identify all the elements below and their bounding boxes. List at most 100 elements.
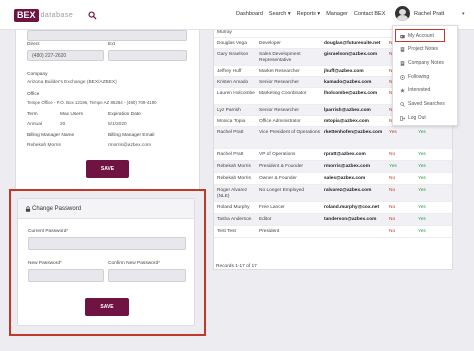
required-mark: * xyxy=(66,229,69,234)
user-email-cell[interactable]: douglas@futuresuite.net xyxy=(324,41,384,47)
user-title-cell: Sales Development Representative xyxy=(259,52,301,63)
user-email-cell[interactable]: rmorris@azbex.com xyxy=(324,164,384,170)
table-row[interactable]: Rebekah Morris Owner & Founder sales@azb… xyxy=(214,173,452,185)
direct-phone-value: (480) 227-2620 xyxy=(32,53,67,59)
user-name-cell: Rebekah Morris xyxy=(217,164,251,169)
user-name-cell: Kristen Amado xyxy=(217,80,249,85)
nav-search[interactable]: Search ▾ xyxy=(269,11,291,17)
avatar[interactable] xyxy=(395,6,410,21)
menu-item-saved-searches[interactable]: Saved Searches xyxy=(400,101,445,107)
account-details-card: Direct Ext (480) 227-2620 Company Arizon… xyxy=(15,30,200,190)
notes-icon xyxy=(400,46,405,52)
table-row[interactable]: Tasha Anderson Editor tanderson@azbex.co… xyxy=(214,214,452,226)
bex-logo[interactable]: BEX database xyxy=(14,8,73,22)
billing-name-label: Billing Manager Name xyxy=(27,133,75,138)
user-email-cell[interactable]: mtopia@azbex.com xyxy=(324,119,384,125)
menu-item-interested[interactable]: Interested xyxy=(400,87,430,93)
notes-icon xyxy=(400,60,405,66)
nav-contact-bex[interactable]: Contact BEX xyxy=(354,11,386,17)
chevron-down-icon[interactable]: ▾ xyxy=(462,11,465,17)
menu-item-log-out[interactable]: Log Out xyxy=(400,115,426,121)
nav-reports[interactable]: Reports ▾ xyxy=(297,11,321,17)
table-row[interactable]: Rebekah Morris President & Founder rmorr… xyxy=(214,161,452,173)
change-password-header: Change Password xyxy=(18,199,194,219)
ext-field[interactable] xyxy=(108,50,187,61)
user-name-cell: Rachel Pratt xyxy=(217,152,244,157)
user-name-cell: Roger Alvarez (NLE) xyxy=(217,188,248,199)
current-password-input[interactable] xyxy=(28,237,186,250)
user-name-cell: Tasha Anderson xyxy=(217,217,252,222)
search-icon[interactable] xyxy=(88,11,97,20)
user-email-cell[interactable]: lholcombe@azbex.com xyxy=(324,91,384,97)
office-value: Tempe Office - P.O. Box 12196, Tempe AZ … xyxy=(27,100,157,105)
change-password-card: Change Password Current Password* New Pa… xyxy=(17,198,195,326)
max-users-label: Max Users xyxy=(60,112,83,117)
confirm-password-label: Confirm New Password* xyxy=(108,261,160,266)
user-email-cell[interactable]: ralvarez@azbex.com xyxy=(324,188,384,194)
status-no-cell: No xyxy=(389,217,396,222)
table-row[interactable]: Roland Murphy Free Lancer roland.murphy@… xyxy=(214,202,452,214)
status-yes-cell: Yes xyxy=(418,152,426,157)
save-profile-button[interactable]: SAVE xyxy=(86,160,129,178)
user-email-cell[interactable]: roland.murphy@cox.net xyxy=(324,205,384,211)
user-email-cell[interactable]: sales@azbex.com xyxy=(324,176,384,182)
table-row[interactable]: Roger Alvarez (NLE) No Longer Employed r… xyxy=(214,185,452,202)
menu-item-company-notes[interactable]: Company Notes xyxy=(400,60,444,66)
user-email-cell[interactable]: tanderson@azbex.com xyxy=(324,217,384,223)
user-title-cell: President & Founder xyxy=(259,164,303,169)
logo-text: database xyxy=(40,11,74,19)
user-name-cell: Murray xyxy=(217,30,232,35)
user-name-cell: Roland Murphy xyxy=(217,205,250,210)
table-row[interactable]: Rachel Pratt VP of Operations rpratt@azb… xyxy=(214,149,452,161)
office-label: Office xyxy=(27,92,40,97)
user-title-cell: VP of Operations xyxy=(259,152,296,157)
table-row[interactable]: Test Test President No Yes xyxy=(214,226,452,238)
confirm-password-label-text: Confirm New Password xyxy=(108,261,159,266)
user-email-cell[interactable]: kamado@azbex.com xyxy=(324,80,384,86)
user-menu-toggle[interactable]: Rachel Pratt xyxy=(414,11,444,17)
user-name-cell: Lyz Parrish xyxy=(217,108,241,113)
status-yes-cell: Yes xyxy=(418,205,426,210)
user-email-cell[interactable]: rpratt@azbex.com xyxy=(324,152,384,158)
menu-item-project-notes[interactable]: Project Notes xyxy=(400,46,438,52)
logo-mark: BEX xyxy=(14,8,39,22)
direct-label: Direct xyxy=(27,42,40,47)
user-title-cell: Developer xyxy=(259,41,281,46)
user-title-cell: President xyxy=(259,229,280,234)
nav-dashboard[interactable]: Dashboard xyxy=(236,11,263,17)
table-row[interactable]: Rachel Pratt Vice President of Operation… xyxy=(214,127,452,149)
current-password-label: Current Password* xyxy=(28,229,68,234)
main-nav: Dashboard Search ▾ Reports ▾ Manager Con… xyxy=(236,11,385,17)
user-name-cell: Jeffrey Huff xyxy=(217,69,242,74)
required-mark: * xyxy=(60,261,62,266)
nav-manager[interactable]: Manager xyxy=(326,11,348,17)
status-yes-cell: Yes xyxy=(418,229,426,234)
user-email-cell[interactable]: lparrish@azbex.com xyxy=(324,108,384,114)
menu-item-label: Interested xyxy=(408,87,431,93)
menu-item-following[interactable]: Following xyxy=(400,74,429,80)
new-password-input[interactable] xyxy=(28,269,104,282)
user-title-cell: Editor xyxy=(259,217,272,222)
status-no-cell: No xyxy=(389,205,396,210)
records-count: Records 1-17 of 17 xyxy=(216,264,257,269)
menu-item-label: Following xyxy=(408,74,430,80)
confirm-password-input[interactable] xyxy=(108,269,186,282)
logout-icon xyxy=(400,115,405,121)
user-email-cell[interactable]: gisraelson@azbex.com xyxy=(324,52,384,58)
status-yes-cell: Yes xyxy=(418,176,426,181)
direct-phone-field[interactable]: (480) 227-2620 xyxy=(27,50,104,61)
status-yes-cell: Yes xyxy=(418,217,426,222)
user-email-cell[interactable]: jhuff@azbex.com xyxy=(324,69,384,75)
save-password-button[interactable]: SAVE xyxy=(85,298,129,316)
user-name-cell: Test Test xyxy=(217,229,236,234)
expiration-value: 5/1/2020 xyxy=(108,122,127,127)
follow-icon xyxy=(400,74,405,80)
user-email-cell[interactable]: rkettenhofen@azbex.com xyxy=(324,130,384,136)
user-name-cell: Monica Topia xyxy=(217,119,246,124)
top-field[interactable] xyxy=(27,30,187,41)
term-label: Term xyxy=(27,112,38,117)
term-value: Annual xyxy=(27,122,42,127)
max-users-value: 20 xyxy=(60,122,66,127)
current-password-label-text: Current Password xyxy=(28,229,67,234)
user-title-cell: Office Administrator xyxy=(259,119,301,124)
